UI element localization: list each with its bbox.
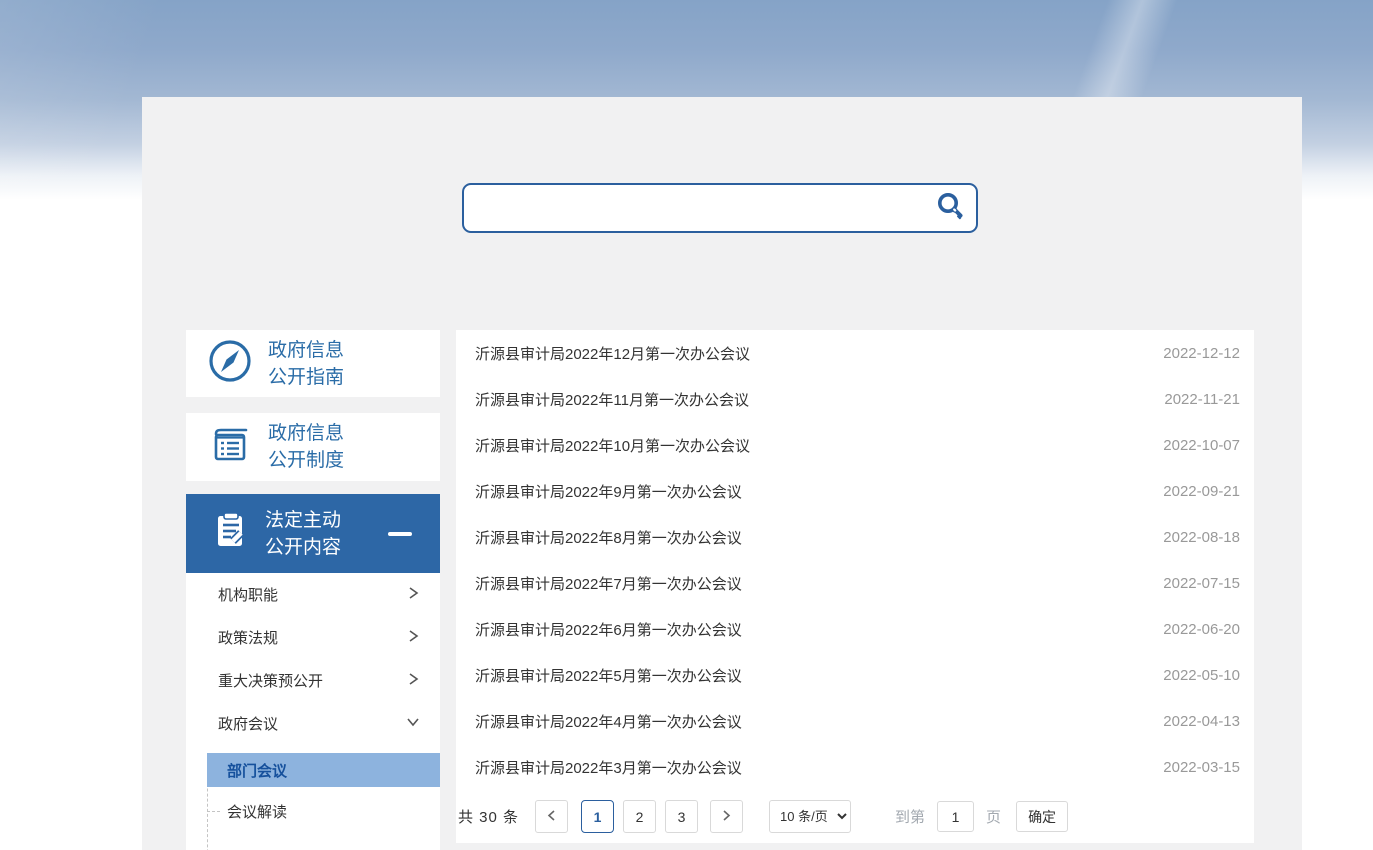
meeting-date: 2022-08-18 (1163, 529, 1240, 546)
meeting-list-panel: 沂源县审计局2022年12月第一次办公会议 2022-12-12 沂源县审计局2… (456, 330, 1254, 843)
ledger-icon (207, 422, 253, 473)
clipboard-pen-icon (210, 510, 252, 557)
content-area: 政府信息 公开指南 政府信息 公开制度 (142, 97, 1302, 850)
sidebar-item-disclosure-guide[interactable]: 政府信息 公开指南 (186, 330, 440, 397)
confirm-button[interactable]: 确定 (1016, 801, 1068, 832)
prev-page-button[interactable] (535, 800, 568, 833)
page-size-select[interactable]: 10 条/页 (769, 800, 851, 833)
compass-icon (207, 338, 253, 389)
list-item: 沂源县审计局2022年3月第一次办公会议 2022-03-15 (456, 744, 1254, 790)
list-item: 沂源县审计局2022年11月第一次办公会议 2022-11-21 (456, 376, 1254, 422)
page-button-3[interactable]: 3 (665, 800, 698, 833)
goto-page-input[interactable] (937, 801, 974, 832)
list-item: 沂源县审计局2022年6月第一次办公会议 2022-06-20 (456, 606, 1254, 652)
sidebar-subtree: 部门会议 会议解读 (207, 745, 440, 835)
chevron-right-icon (407, 586, 420, 604)
menu-label: 政府会议 (218, 713, 278, 734)
goto-page: 到第 页 确定 (895, 801, 1068, 832)
sidebar-section-legal-disclosure[interactable]: 法定主动 公开内容 (186, 494, 440, 573)
meeting-date: 2022-05-10 (1163, 667, 1240, 684)
meeting-link[interactable]: 沂源县审计局2022年3月第一次办公会议 (475, 757, 742, 778)
list-item: 沂源县审计局2022年12月第一次办公会议 2022-12-12 (456, 330, 1254, 376)
meeting-link[interactable]: 沂源县审计局2022年7月第一次办公会议 (475, 573, 742, 594)
sidebar: 政府信息 公开指南 政府信息 公开制度 (186, 330, 440, 850)
meeting-date: 2022-04-13 (1163, 713, 1240, 730)
list-item: 沂源县审计局2022年4月第一次办公会议 2022-04-13 (456, 698, 1254, 744)
menu-label: 重大决策预公开 (218, 670, 323, 691)
sidebar-item-org-functions[interactable]: 机构职能 (186, 573, 440, 616)
search-input[interactable] (464, 185, 924, 231)
chevron-right-icon (407, 629, 420, 647)
meeting-link[interactable]: 沂源县审计局2022年5月第一次办公会议 (475, 665, 742, 686)
collapse-minus-icon[interactable] (388, 532, 412, 536)
meeting-date: 2022-10-07 (1163, 437, 1240, 454)
next-page-button[interactable] (710, 800, 743, 833)
search-button[interactable] (924, 185, 976, 231)
sidebar-item-disclosure-system[interactable]: 政府信息 公开制度 (186, 413, 440, 481)
search-bar (462, 183, 978, 233)
meeting-date: 2022-06-20 (1163, 621, 1240, 638)
chevron-left-icon (546, 809, 557, 825)
list-item: 沂源县审计局2022年5月第一次办公会议 2022-05-10 (456, 652, 1254, 698)
chevron-down-icon (406, 715, 420, 732)
meeting-link[interactable]: 沂源县审计局2022年6月第一次办公会议 (475, 619, 742, 640)
sidebar-item-policies[interactable]: 政策法规 (186, 616, 440, 659)
sidebar-item-label: 政府信息 公开指南 (268, 337, 344, 391)
sidebar-menu: 机构职能 政策法规 重大决策预公开 政府会议 (186, 573, 440, 850)
menu-label: 政策法规 (218, 627, 278, 648)
list-item: 沂源县审计局2022年10月第一次办公会议 2022-10-07 (456, 422, 1254, 468)
page-button-1[interactable]: 1 (581, 800, 614, 833)
list-item: 沂源县审计局2022年7月第一次办公会议 2022-07-15 (456, 560, 1254, 606)
sidebar-item-gov-meetings[interactable]: 政府会议 (186, 702, 440, 745)
meeting-link[interactable]: 沂源县审计局2022年10月第一次办公会议 (475, 435, 750, 456)
sidebar-item-department-meetings[interactable]: 部门会议 (207, 753, 440, 787)
meeting-list: 沂源县审计局2022年12月第一次办公会议 2022-12-12 沂源县审计局2… (456, 330, 1254, 790)
menu-label: 机构职能 (218, 584, 278, 605)
sidebar-item-meeting-interpretation[interactable]: 会议解读 (207, 787, 440, 835)
meeting-link[interactable]: 沂源县审计局2022年11月第一次办公会议 (475, 389, 749, 410)
meeting-date: 2022-03-15 (1163, 759, 1240, 776)
meeting-date: 2022-12-12 (1163, 345, 1240, 362)
pagination-bar: 共 30 条 1 2 3 10 条/页 到第 页 确定 (456, 790, 1254, 843)
meeting-date: 2022-07-15 (1163, 575, 1240, 592)
sidebar-item-label: 政府信息 公开制度 (268, 420, 344, 474)
meeting-link[interactable]: 沂源县审计局2022年12月第一次办公会议 (475, 343, 750, 364)
meeting-link[interactable]: 沂源县审计局2022年4月第一次办公会议 (475, 711, 742, 732)
sidebar-section-label: 法定主动 公开内容 (265, 507, 341, 561)
goto-prefix-label: 到第 (895, 806, 925, 827)
chevron-right-icon (721, 809, 732, 825)
chevron-right-icon (407, 672, 420, 690)
sidebar-item-major-decisions[interactable]: 重大决策预公开 (186, 659, 440, 702)
meeting-link[interactable]: 沂源县审计局2022年8月第一次办公会议 (475, 527, 742, 548)
meeting-date: 2022-11-21 (1164, 391, 1240, 408)
page-button-2[interactable]: 2 (623, 800, 656, 833)
list-item: 沂源县审计局2022年8月第一次办公会议 2022-08-18 (456, 514, 1254, 560)
search-box (462, 183, 978, 233)
meeting-date: 2022-09-21 (1163, 483, 1240, 500)
pagination-total: 共 30 条 (458, 806, 519, 827)
goto-suffix-label: 页 (986, 806, 1001, 827)
meeting-link[interactable]: 沂源县审计局2022年9月第一次办公会议 (475, 481, 742, 502)
search-icon (933, 190, 967, 227)
list-item: 沂源县审计局2022年9月第一次办公会议 2022-09-21 (456, 468, 1254, 514)
